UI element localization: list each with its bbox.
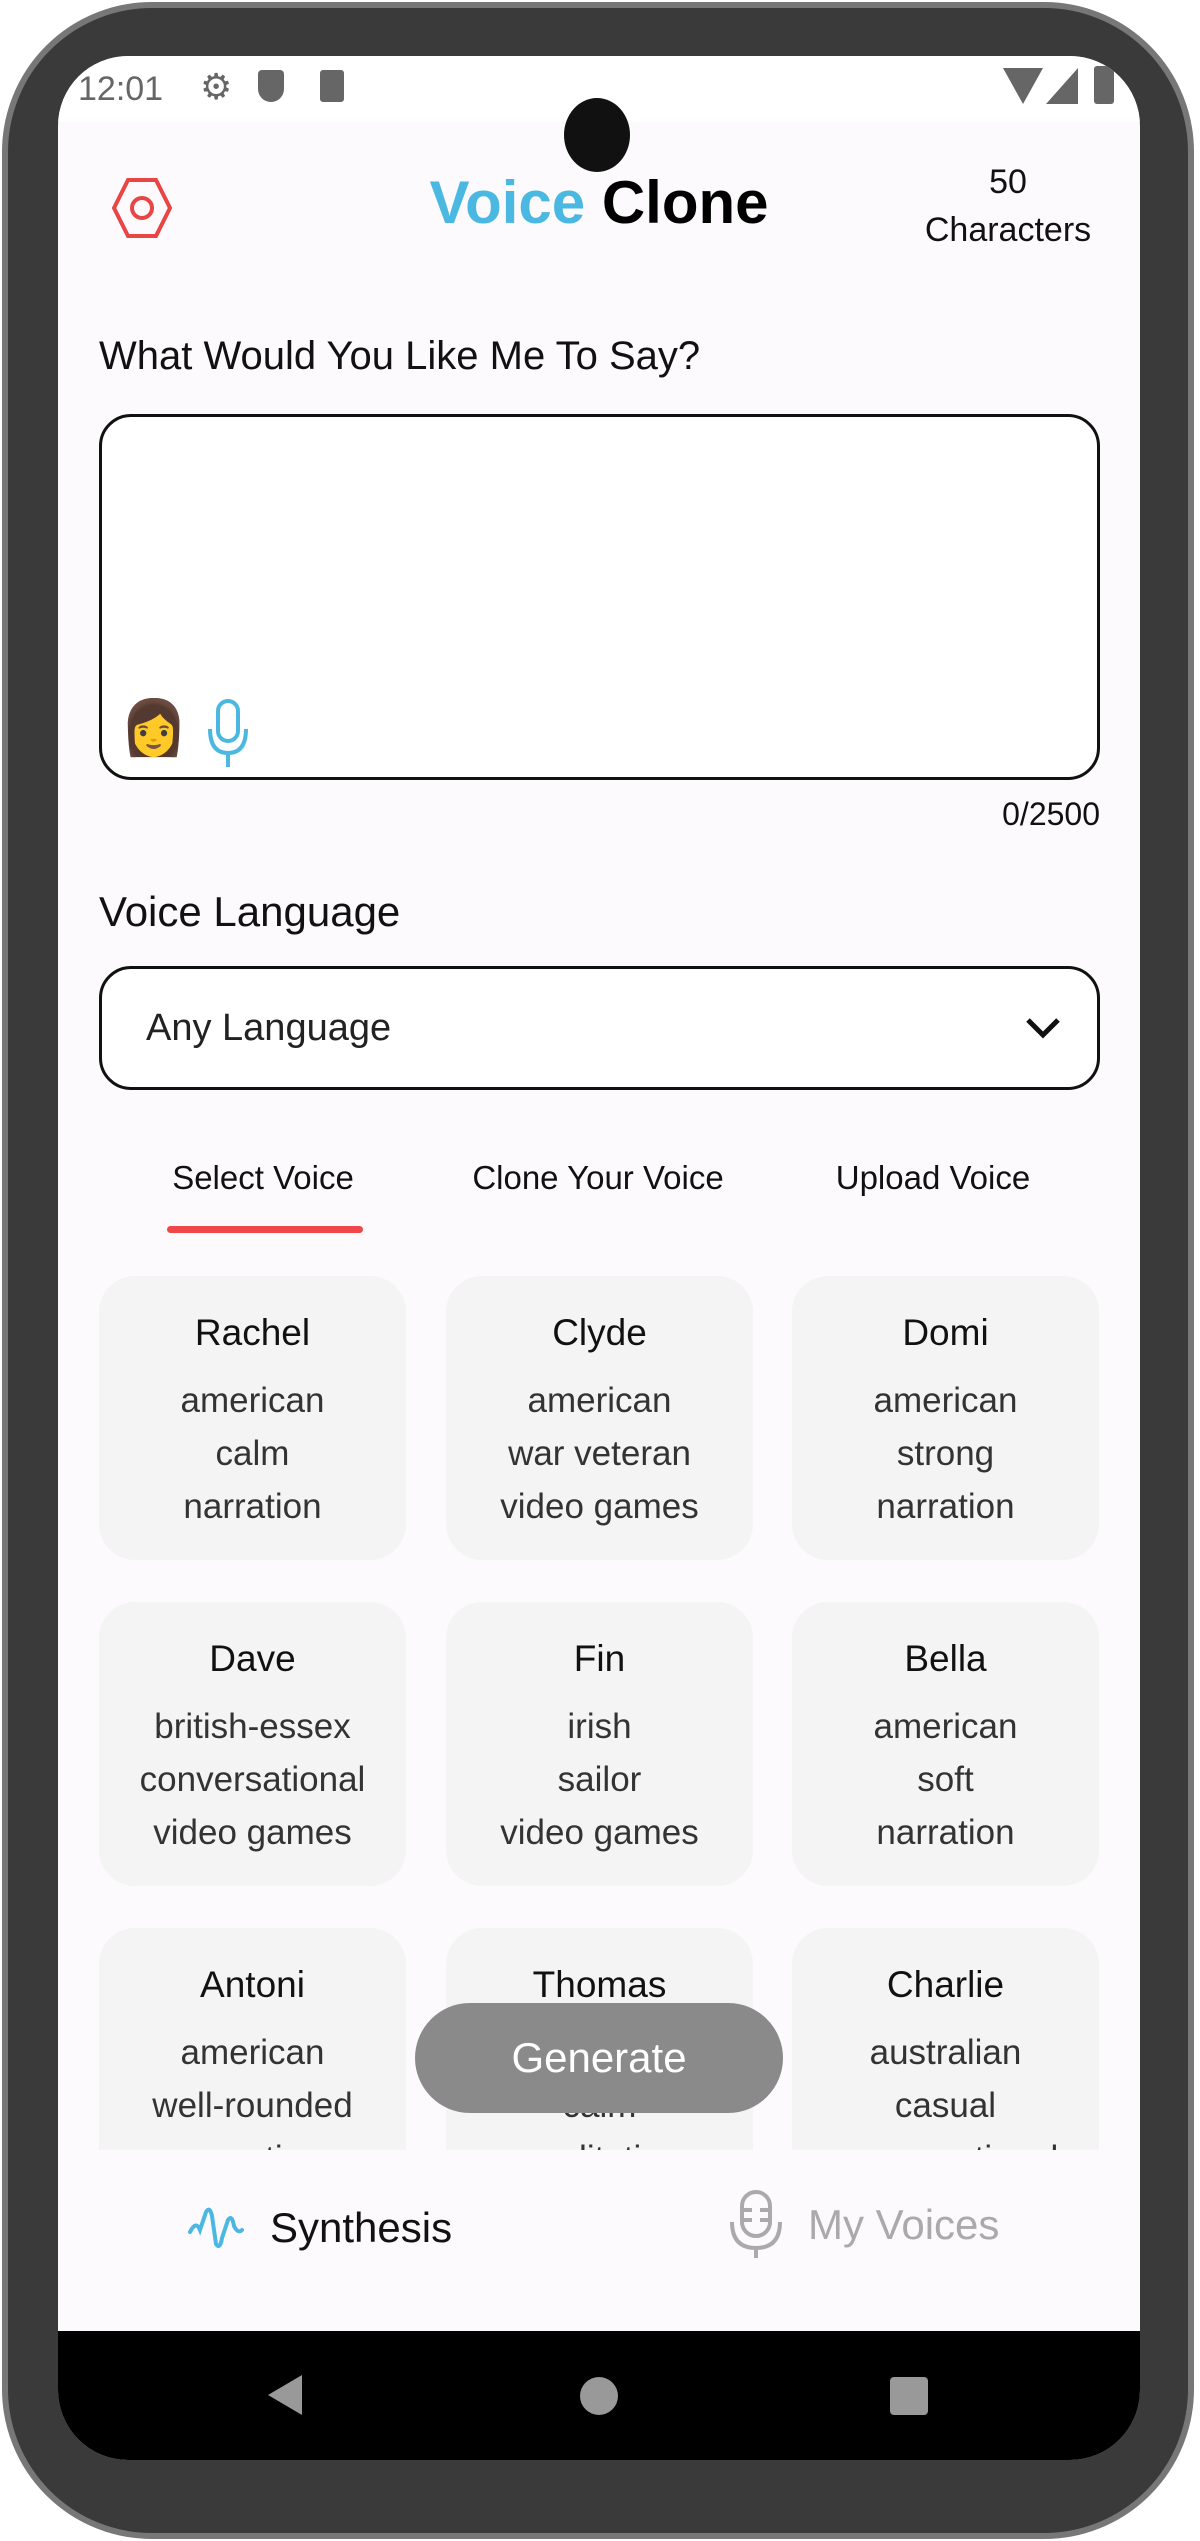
voice-name: Domi [902, 1312, 989, 1353]
voice-card[interactable]: Fin irish sailor video games [446, 1602, 753, 1886]
nav-my-voices[interactable]: My Voices [728, 2190, 999, 2260]
battery-icon [1094, 66, 1114, 104]
microphone-icon[interactable] [206, 699, 250, 769]
voice-tag: video games [500, 1813, 699, 1852]
voice-tag: american [180, 2033, 325, 2072]
character-counter: 0/2500 [1002, 796, 1100, 832]
camera-cutout [564, 98, 630, 172]
voice-card[interactable]: Charlie australian casual conversational [792, 1928, 1099, 2150]
microphone-icon [730, 2190, 782, 2258]
chevron-down-icon [1026, 1018, 1060, 1039]
app-screen: 12:01 ⚙ Voice Clone 50 Characters What W… [58, 56, 1140, 2460]
voice-tag: narration [876, 1813, 1015, 1852]
voice-name: Charlie [886, 1964, 1005, 2005]
voice-tag: video games [500, 1487, 699, 1526]
voice-tag: sailor [557, 1760, 642, 1799]
voice-tag: narration [876, 1487, 1015, 1526]
prompt-textarea[interactable]: 👩 [99, 414, 1100, 780]
language-label: Voice Language [99, 888, 401, 935]
voice-tag: strong [896, 1434, 995, 1473]
signal-icon [1046, 68, 1078, 104]
voice-name: Dave [209, 1638, 296, 1679]
voice-tag: australian [869, 2033, 1022, 2072]
voice-tag: conversational [139, 1760, 366, 1799]
generate-button[interactable]: Generate [415, 2003, 783, 2113]
language-dropdown[interactable]: Any Language [99, 966, 1100, 1090]
tab-select-voice[interactable]: Select Voice [98, 1159, 428, 1197]
language-selected: Any Language [146, 1007, 392, 1049]
back-icon[interactable] [268, 2375, 302, 2415]
voice-tag: american [873, 1707, 1018, 1746]
voice-name: Clyde [552, 1312, 647, 1353]
voice-tag: soft [917, 1760, 974, 1799]
wifi-icon [1003, 68, 1043, 104]
voice-name: Thomas [532, 1964, 667, 2005]
voice-card[interactable]: Domi american strong narration [792, 1276, 1099, 1560]
voice-card[interactable]: Antoni american well-rounded narration [99, 1928, 406, 2150]
voice-tag: narration [183, 1487, 322, 1526]
voice-card[interactable]: Bella american soft narration [792, 1602, 1099, 1886]
voice-name: Antoni [200, 1964, 305, 2005]
voice-tag: well-rounded [152, 2086, 353, 2125]
voice-card[interactable]: Rachel american calm narration [99, 1276, 406, 1560]
voice-tag: american [180, 1381, 325, 1420]
nav-synthesis[interactable]: Synthesis [188, 2204, 452, 2252]
voice-tag: war veteran [508, 1434, 691, 1473]
home-icon[interactable] [580, 2377, 618, 2415]
system-nav-bar [58, 2331, 1140, 2460]
tab-upload-voice[interactable]: Upload Voice [768, 1159, 1098, 1197]
voice-tag: casual [894, 2086, 997, 2125]
status-time: 12:01 [78, 70, 164, 108]
voice-name: Rachel [194, 1312, 311, 1353]
voice-tag: meditation [446, 2132, 753, 2150]
waveform-icon [188, 2207, 244, 2248]
voice-card[interactable]: Dave british-essex conversational video gam… [99, 1602, 406, 1886]
recents-icon[interactable] [890, 2377, 928, 2415]
credits-counter: 50 Characters [924, 163, 1092, 249]
settings-status-icon: ⚙ [200, 66, 233, 107]
voice-tag: american [527, 1381, 672, 1420]
tab-indicator [167, 1226, 363, 1233]
voice-tag: video games [153, 1813, 352, 1852]
voice-name: Fin [573, 1638, 626, 1679]
voice-tag: british-essex [154, 1707, 351, 1746]
voice-name: Bella [904, 1638, 987, 1679]
avatar-emoji-icon[interactable]: 👩 [120, 697, 187, 760]
voice-tag: narration [99, 2132, 406, 2150]
prompt-label: What Would You Like Me To Say? [99, 334, 701, 378]
voice-tag: conversational [792, 2132, 1099, 2150]
sd-card-icon [320, 70, 344, 102]
voice-tag: american [873, 1381, 1018, 1420]
tab-clone-your-voice[interactable]: Clone Your Voice [433, 1159, 763, 1197]
voice-tag: calm [215, 1434, 290, 1473]
shield-icon [258, 70, 284, 102]
voice-card[interactable]: Clyde american war veteran video games [446, 1276, 753, 1560]
voice-tag: irish [567, 1707, 632, 1746]
